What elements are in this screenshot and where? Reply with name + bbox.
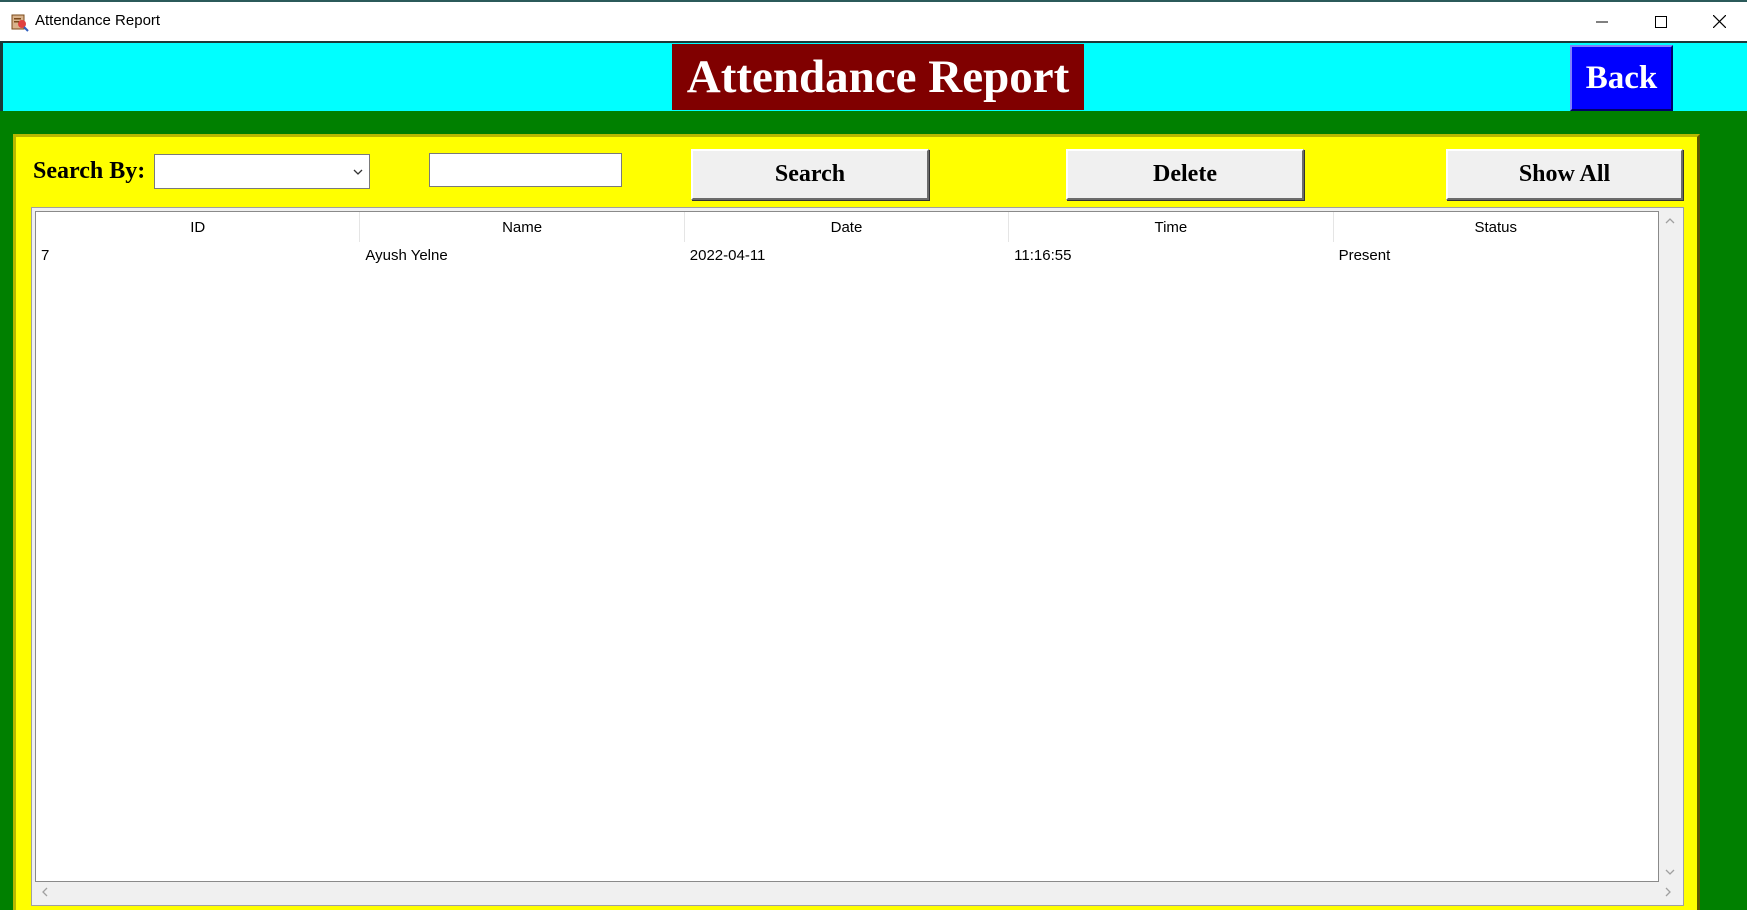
minimize-icon [1596, 21, 1608, 22]
search-button[interactable]: Search [691, 149, 929, 200]
show-all-button[interactable]: Show All [1446, 149, 1683, 200]
column-header-date[interactable]: Date [685, 212, 1010, 242]
page-title: Attendance Report [672, 44, 1084, 110]
vertical-scrollbar[interactable] [1660, 211, 1680, 882]
minimize-button[interactable] [1573, 2, 1631, 41]
cell-time: 11:16:55 [1014, 246, 1072, 264]
cell-date: 2022-04-11 [689, 246, 766, 264]
chevron-down-icon [353, 169, 363, 175]
table-header: ID Name Date Time Status [36, 212, 1658, 242]
window-titlebar: Attendance Report [0, 2, 1747, 41]
column-header-status[interactable]: Status [1334, 212, 1658, 242]
window-title: Attendance Report [35, 12, 161, 29]
close-icon [1712, 15, 1726, 28]
cell-name: Ayush Yelne [365, 246, 448, 264]
column-header-id[interactable]: ID [36, 212, 361, 242]
table-row[interactable]: 7 Ayush Yelne 2022-04-11 11:16:55 Presen… [36, 242, 1658, 268]
scroll-up-icon[interactable] [1663, 214, 1677, 228]
close-button[interactable] [1690, 2, 1747, 41]
scroll-left-icon[interactable] [38, 885, 52, 899]
search-input[interactable] [429, 153, 622, 187]
delete-button[interactable]: Delete [1066, 149, 1304, 200]
column-header-time[interactable]: Time [1009, 212, 1334, 242]
maximize-icon [1655, 15, 1667, 28]
horizontal-scrollbar[interactable] [35, 882, 1680, 902]
maximize-button[interactable] [1632, 2, 1690, 41]
app-icon [10, 12, 30, 32]
scroll-down-icon[interactable] [1663, 865, 1677, 879]
header-bar: Attendance Report Back [0, 41, 1747, 111]
column-header-name[interactable]: Name [360, 212, 685, 242]
search-by-label: Search By: [33, 158, 146, 184]
search-by-dropdown[interactable] [154, 154, 370, 189]
cell-status: Present [1338, 246, 1391, 264]
attendance-table[interactable]: ID Name Date Time Status 7 Ayush Yelne 2… [35, 211, 1659, 882]
cell-id: 7 [41, 246, 50, 264]
back-button[interactable]: Back [1570, 45, 1673, 111]
scroll-right-icon[interactable] [1661, 885, 1675, 899]
